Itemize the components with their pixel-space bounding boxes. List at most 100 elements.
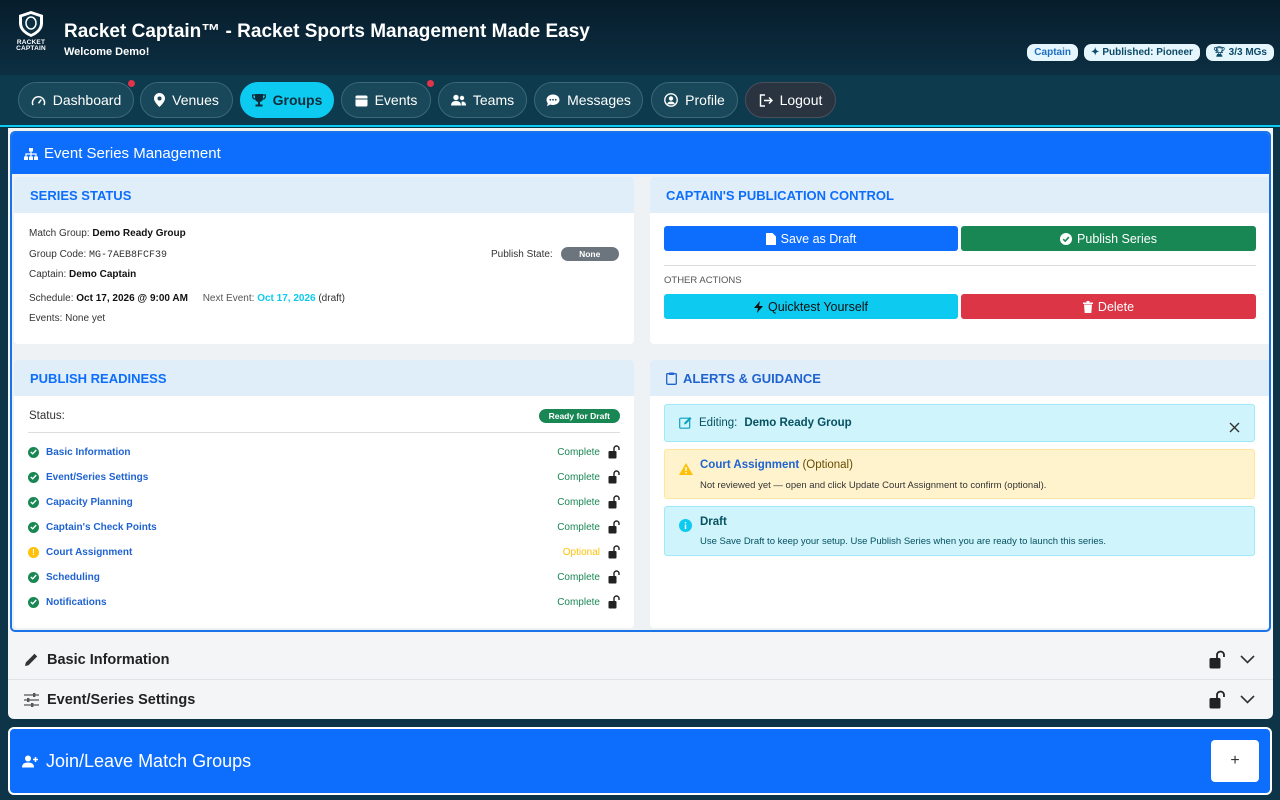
alerts-guidance-header: ALERTS & GUIDANCE bbox=[650, 360, 1269, 396]
expand-button[interactable]: + bbox=[1211, 740, 1259, 782]
alerts-guidance-panel: ALERTS & GUIDANCE Editing: Demo Ready Gro… bbox=[650, 360, 1269, 628]
unlock-icon bbox=[608, 520, 620, 534]
nav-dashboard[interactable]: Dashboard bbox=[18, 82, 134, 118]
unlock-icon bbox=[608, 570, 620, 584]
accordion-basic-information[interactable]: Basic Information bbox=[8, 640, 1273, 680]
draft-title: Draft bbox=[700, 516, 727, 528]
other-actions-label: OTHER ACTIONS bbox=[664, 275, 742, 286]
chevron-down-icon bbox=[1240, 695, 1255, 704]
file-icon bbox=[765, 232, 776, 245]
checklist-item-label[interactable]: Capacity Planning bbox=[46, 497, 133, 508]
main-nav: Dashboard Venues Groups Events Teams Mes… bbox=[0, 75, 1280, 127]
check-circle-icon bbox=[28, 521, 39, 533]
checklist-item[interactable]: Captain's Check Points Complete bbox=[28, 517, 620, 537]
checklist-item-label[interactable]: Court Assignment bbox=[46, 547, 132, 558]
mgs-badge: 🏆︎ 3/3 MGs bbox=[1205, 44, 1274, 61]
unlock-icon bbox=[608, 495, 620, 509]
checklist-item[interactable]: Scheduling Complete bbox=[28, 567, 620, 587]
esm-title: Event Series Management bbox=[44, 145, 221, 162]
unlock-icon bbox=[608, 470, 620, 484]
checklist-item[interactable]: Capacity Planning Complete bbox=[28, 492, 620, 512]
accordion-event-series-settings-label: Event/Series Settings bbox=[47, 692, 196, 708]
readiness-status-label: Status: bbox=[29, 410, 65, 422]
nav-venues-label: Venues bbox=[172, 92, 219, 108]
nav-teams-label: Teams bbox=[472, 92, 515, 108]
publish-series-button[interactable]: Publish Series bbox=[961, 226, 1256, 251]
nav-messages-label: Messages bbox=[567, 92, 631, 108]
esm-header: Event Series Management bbox=[12, 133, 1269, 174]
unlock-icon bbox=[608, 445, 620, 459]
publish-readiness-panel: PUBLISH READINESS Status: Ready for Draf… bbox=[14, 360, 634, 628]
nav-logout-label: Logout bbox=[779, 92, 823, 108]
match-group-row: Match Group: Demo Ready Group bbox=[29, 228, 186, 239]
nav-messages[interactable]: Messages bbox=[534, 82, 643, 118]
nav-groups[interactable]: Groups bbox=[240, 82, 334, 118]
checklist-item-label[interactable]: Basic Information bbox=[46, 447, 130, 458]
checklist-item-status: Complete bbox=[557, 596, 600, 608]
accordion-basic-information-label: Basic Information bbox=[47, 651, 170, 668]
publication-control-panel: CAPTAIN'S PUBLICATION CONTROL Save as Dr… bbox=[650, 177, 1269, 344]
readiness-status-badge: Ready for Draft bbox=[538, 409, 620, 423]
checklist-item[interactable]: Event/Series Settings Complete bbox=[28, 467, 620, 487]
check-circle-icon bbox=[28, 571, 39, 583]
next-event-link[interactable]: Oct 17, 2026 bbox=[257, 293, 315, 304]
app-logo[interactable]: RACKET CAPTAIN bbox=[14, 10, 48, 56]
sliders-icon bbox=[24, 693, 39, 707]
group-code-row: Group Code: MG-7AEB8FCF39 bbox=[29, 249, 168, 261]
close-icon[interactable] bbox=[1229, 422, 1240, 433]
checklist-item-label[interactable]: Captain's Check Points bbox=[46, 522, 157, 533]
trash-icon bbox=[1082, 300, 1093, 313]
nav-teams[interactable]: Teams bbox=[438, 82, 527, 118]
editing-alert: Editing: Demo Ready Group bbox=[664, 404, 1255, 442]
publish-state-row: Publish State: None bbox=[491, 247, 619, 261]
court-assignment-alert: Court Assignment (Optional) Not reviewed… bbox=[664, 449, 1255, 499]
draft-alert: Draft Use Save Draft to keep your setup.… bbox=[664, 506, 1255, 556]
checklist-item-label[interactable]: Scheduling bbox=[46, 572, 100, 583]
gauge-icon bbox=[31, 95, 46, 105]
join-leave-title: Join/Leave Match Groups bbox=[46, 750, 252, 771]
nav-profile-label: Profile bbox=[685, 92, 725, 108]
status-badges: Captain ✦ Published: Pioneer 🏆︎ 3/3 MGs bbox=[1027, 44, 1274, 61]
checklist-item[interactable]: Basic Information Complete bbox=[28, 442, 620, 462]
shield-logo-icon bbox=[19, 11, 43, 37]
app-title: Racket Captain™ - Racket Sports Manageme… bbox=[64, 21, 590, 42]
trophy-icon: 🏆︎ bbox=[1212, 47, 1226, 58]
nav-groups-label: Groups bbox=[272, 92, 323, 108]
checklist-item[interactable]: Notifications Complete bbox=[28, 592, 620, 612]
nav-logout[interactable]: Logout bbox=[745, 82, 836, 118]
save-draft-button[interactable]: Save as Draft bbox=[664, 226, 958, 251]
join-leave-match-groups[interactable]: Join/Leave Match Groups + bbox=[8, 727, 1272, 795]
nav-events[interactable]: Events bbox=[341, 82, 431, 118]
check-circle-icon bbox=[28, 446, 39, 458]
delete-button[interactable]: Delete bbox=[961, 294, 1256, 319]
divider bbox=[664, 265, 1256, 266]
nav-venues[interactable]: Venues bbox=[140, 82, 233, 118]
schedule-row: Schedule: Oct 17, 2026 @ 9:00 AM Next Ev… bbox=[29, 293, 346, 304]
court-assignment-text: Not reviewed yet — open and click Update… bbox=[700, 480, 1047, 491]
event-series-management: Event Series Management SERIES STATUS Ma… bbox=[10, 131, 1271, 632]
captain-row: Captain: Demo Captain bbox=[29, 269, 137, 280]
notification-dot bbox=[127, 79, 136, 88]
unlock-icon bbox=[1209, 650, 1225, 669]
checklist-item-status: Complete bbox=[557, 471, 600, 483]
app-header: RACKET CAPTAIN Racket Captain™ - Racket … bbox=[0, 0, 1280, 75]
published-badge: ✦ Published: Pioneer bbox=[1083, 44, 1200, 61]
nav-profile[interactable]: Profile bbox=[651, 82, 738, 118]
welcome-text: Welcome Demo! bbox=[64, 46, 150, 58]
accordion-event-series-settings[interactable]: Event/Series Settings bbox=[8, 680, 1273, 720]
user-plus-icon bbox=[22, 755, 38, 767]
checklist-item[interactable]: ! Court Assignment Optional bbox=[28, 542, 620, 562]
warning-circle-icon: ! bbox=[28, 546, 39, 558]
publication-control-title: CAPTAIN'S PUBLICATION CONTROL bbox=[650, 177, 1269, 213]
divider bbox=[28, 432, 620, 433]
checklist-item-label[interactable]: Event/Series Settings bbox=[46, 472, 148, 483]
checklist-item-status: Optional bbox=[562, 546, 600, 558]
series-status-title: SERIES STATUS bbox=[14, 177, 634, 213]
publish-state-badge: None bbox=[560, 247, 619, 261]
pencil-icon bbox=[25, 653, 38, 666]
checklist-item-label[interactable]: Notifications bbox=[46, 597, 107, 608]
quicktest-button[interactable]: Quicktest Yourself bbox=[664, 294, 958, 319]
check-circle-icon bbox=[28, 471, 39, 483]
logout-icon bbox=[759, 93, 773, 107]
court-assignment-link[interactable]: Court Assignment bbox=[700, 459, 799, 471]
